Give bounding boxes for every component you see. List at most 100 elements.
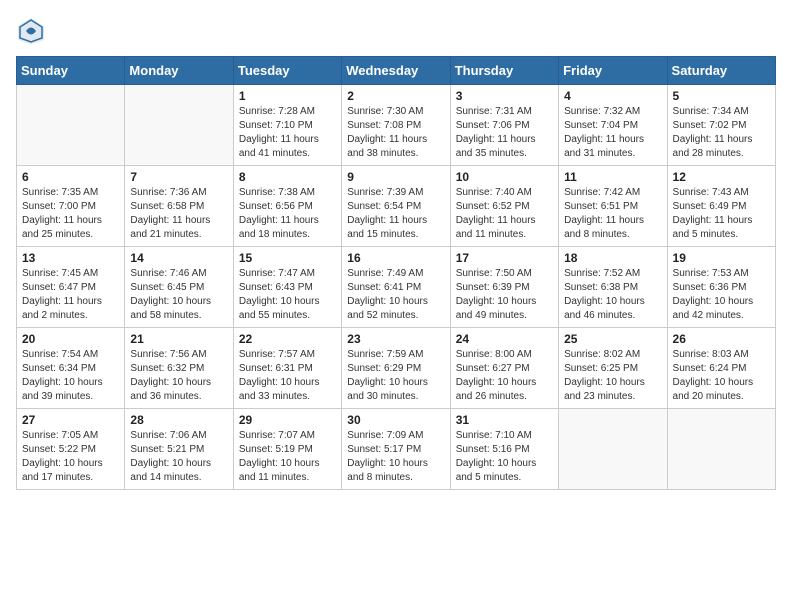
calendar-cell: 29Sunrise: 7:07 AM Sunset: 5:19 PM Dayli…	[233, 409, 341, 490]
cell-info: Sunrise: 7:52 AM Sunset: 6:38 PM Dayligh…	[564, 267, 661, 323]
cell-info: Sunrise: 7:46 AM Sunset: 6:45 PM Dayligh…	[130, 267, 227, 323]
calendar-cell: 16Sunrise: 7:49 AM Sunset: 6:41 PM Dayli…	[342, 247, 450, 328]
cell-info: Sunrise: 7:32 AM Sunset: 7:04 PM Dayligh…	[564, 105, 661, 161]
day-number: 7	[130, 170, 227, 184]
day-number: 5	[673, 89, 770, 103]
calendar-week-row: 20 Sunrise: 7:54 AM Sunset: 6:34 PM Dayli…	[17, 328, 776, 409]
day-number: 28	[130, 413, 227, 427]
calendar-cell: 5 Sunrise: 7:34 AM Sunset: 7:02 PM Daylig…	[667, 85, 775, 166]
day-number: 8	[239, 170, 336, 184]
col-header-tuesday: Tuesday	[233, 57, 341, 85]
cell-info: Sunrise: 7:45 AM Sunset: 6:47 PM Dayligh…	[22, 267, 119, 323]
calendar-cell: 2Sunrise: 7:30 AM Sunset: 7:08 PM Daylig…	[342, 85, 450, 166]
calendar-cell: 19 Sunrise: 7:53 AM Sunset: 6:36 PM Dayli…	[667, 247, 775, 328]
cell-info: Sunrise: 8:03 AM Sunset: 6:24 PM Dayligh…	[673, 348, 770, 404]
cell-info: Sunrise: 7:43 AM Sunset: 6:49 PM Dayligh…	[673, 186, 770, 242]
cell-info: Sunrise: 7:28 AM Sunset: 7:10 PM Dayligh…	[239, 105, 336, 161]
calendar-week-row: 1 Sunrise: 7:28 AM Sunset: 7:10 PM Daylig…	[17, 85, 776, 166]
cell-info: Sunrise: 8:02 AM Sunset: 6:25 PM Dayligh…	[564, 348, 661, 404]
day-number: 9	[347, 170, 444, 184]
cell-info: Sunrise: 7:38 AM Sunset: 6:56 PM Dayligh…	[239, 186, 336, 242]
day-number: 27	[22, 413, 119, 427]
day-number: 22	[239, 332, 336, 346]
day-number: 24	[456, 332, 553, 346]
day-number: 31	[456, 413, 553, 427]
calendar-cell: 23 Sunrise: 7:59 AM Sunset: 6:29 PM Dayli…	[342, 328, 450, 409]
calendar-cell: 24 Sunrise: 8:00 AM Sunset: 6:27 PM Dayli…	[450, 328, 558, 409]
calendar-week-row: 6 Sunrise: 7:35 AM Sunset: 7:00 PM Daylig…	[17, 166, 776, 247]
calendar-cell: 9 Sunrise: 7:39 AM Sunset: 6:54 PM Daylig…	[342, 166, 450, 247]
calendar-cell: 14Sunrise: 7:46 AM Sunset: 6:45 PM Dayli…	[125, 247, 233, 328]
day-number: 25	[564, 332, 661, 346]
cell-info: Sunrise: 7:10 AM Sunset: 5:16 PM Dayligh…	[456, 429, 553, 485]
calendar-cell: 6 Sunrise: 7:35 AM Sunset: 7:00 PM Daylig…	[17, 166, 125, 247]
cell-info: Sunrise: 7:59 AM Sunset: 6:29 PM Dayligh…	[347, 348, 444, 404]
calendar-week-row: 27 Sunrise: 7:05 AM Sunset: 5:22 PM Dayli…	[17, 409, 776, 490]
calendar-cell: 10 Sunrise: 7:40 AM Sunset: 6:52 PM Dayli…	[450, 166, 558, 247]
calendar-cell: 4Sunrise: 7:32 AM Sunset: 7:04 PM Daylig…	[559, 85, 667, 166]
day-number: 10	[456, 170, 553, 184]
calendar-week-row: 13 Sunrise: 7:45 AM Sunset: 6:47 PM Dayli…	[17, 247, 776, 328]
col-header-sunday: Sunday	[17, 57, 125, 85]
cell-info: Sunrise: 7:06 AM Sunset: 5:21 PM Dayligh…	[130, 429, 227, 485]
day-number: 11	[564, 170, 661, 184]
calendar-cell: 25 Sunrise: 8:02 AM Sunset: 6:25 PM Dayli…	[559, 328, 667, 409]
day-number: 12	[673, 170, 770, 184]
col-header-thursday: Thursday	[450, 57, 558, 85]
calendar-cell: 17 Sunrise: 7:50 AM Sunset: 6:39 PM Dayli…	[450, 247, 558, 328]
calendar-cell	[667, 409, 775, 490]
cell-info: Sunrise: 7:35 AM Sunset: 7:00 PM Dayligh…	[22, 186, 119, 242]
day-number: 13	[22, 251, 119, 265]
calendar-header-row: SundayMondayTuesdayWednesdayThursdayFrid…	[17, 57, 776, 85]
logo	[16, 16, 50, 46]
calendar-cell: 11 Sunrise: 7:42 AM Sunset: 6:51 PM Dayli…	[559, 166, 667, 247]
day-number: 18	[564, 251, 661, 265]
day-number: 3	[456, 89, 553, 103]
cell-info: Sunrise: 7:50 AM Sunset: 6:39 PM Dayligh…	[456, 267, 553, 323]
calendar-cell: 15 Sunrise: 7:47 AM Sunset: 6:43 PM Dayli…	[233, 247, 341, 328]
logo-icon	[16, 16, 46, 46]
calendar-table: SundayMondayTuesdayWednesdayThursdayFrid…	[16, 56, 776, 490]
day-number: 23	[347, 332, 444, 346]
cell-info: Sunrise: 7:34 AM Sunset: 7:02 PM Dayligh…	[673, 105, 770, 161]
cell-info: Sunrise: 7:39 AM Sunset: 6:54 PM Dayligh…	[347, 186, 444, 242]
calendar-cell: 8 Sunrise: 7:38 AM Sunset: 6:56 PM Daylig…	[233, 166, 341, 247]
col-header-friday: Friday	[559, 57, 667, 85]
day-number: 1	[239, 89, 336, 103]
day-number: 6	[22, 170, 119, 184]
calendar-cell: 31 Sunrise: 7:10 AM Sunset: 5:16 PM Dayli…	[450, 409, 558, 490]
calendar-cell: 22 Sunrise: 7:57 AM Sunset: 6:31 PM Dayli…	[233, 328, 341, 409]
day-number: 30	[347, 413, 444, 427]
calendar-cell	[559, 409, 667, 490]
calendar-cell: 1 Sunrise: 7:28 AM Sunset: 7:10 PM Daylig…	[233, 85, 341, 166]
calendar-cell: 27 Sunrise: 7:05 AM Sunset: 5:22 PM Dayli…	[17, 409, 125, 490]
calendar-cell: 30 Sunrise: 7:09 AM Sunset: 5:17 PM Dayli…	[342, 409, 450, 490]
day-number: 19	[673, 251, 770, 265]
cell-info: Sunrise: 7:56 AM Sunset: 6:32 PM Dayligh…	[130, 348, 227, 404]
day-number: 15	[239, 251, 336, 265]
calendar-cell	[125, 85, 233, 166]
col-header-wednesday: Wednesday	[342, 57, 450, 85]
cell-info: Sunrise: 7:47 AM Sunset: 6:43 PM Dayligh…	[239, 267, 336, 323]
cell-info: Sunrise: 7:40 AM Sunset: 6:52 PM Dayligh…	[456, 186, 553, 242]
day-number: 17	[456, 251, 553, 265]
calendar-cell: 7 Sunrise: 7:36 AM Sunset: 6:58 PM Daylig…	[125, 166, 233, 247]
cell-info: Sunrise: 7:36 AM Sunset: 6:58 PM Dayligh…	[130, 186, 227, 242]
calendar-cell: 12 Sunrise: 7:43 AM Sunset: 6:49 PM Dayli…	[667, 166, 775, 247]
calendar-cell	[17, 85, 125, 166]
cell-info: Sunrise: 7:05 AM Sunset: 5:22 PM Dayligh…	[22, 429, 119, 485]
day-number: 2	[347, 89, 444, 103]
cell-info: Sunrise: 7:54 AM Sunset: 6:34 PM Dayligh…	[22, 348, 119, 404]
cell-info: Sunrise: 8:00 AM Sunset: 6:27 PM Dayligh…	[456, 348, 553, 404]
day-number: 16	[347, 251, 444, 265]
cell-info: Sunrise: 7:42 AM Sunset: 6:51 PM Dayligh…	[564, 186, 661, 242]
cell-info: Sunrise: 7:09 AM Sunset: 5:17 PM Dayligh…	[347, 429, 444, 485]
col-header-monday: Monday	[125, 57, 233, 85]
calendar-cell: 20 Sunrise: 7:54 AM Sunset: 6:34 PM Dayli…	[17, 328, 125, 409]
cell-info: Sunrise: 7:57 AM Sunset: 6:31 PM Dayligh…	[239, 348, 336, 404]
calendar-cell: 21 Sunrise: 7:56 AM Sunset: 6:32 PM Dayli…	[125, 328, 233, 409]
cell-info: Sunrise: 7:53 AM Sunset: 6:36 PM Dayligh…	[673, 267, 770, 323]
day-number: 20	[22, 332, 119, 346]
calendar-cell: 26Sunrise: 8:03 AM Sunset: 6:24 PM Dayli…	[667, 328, 775, 409]
day-number: 21	[130, 332, 227, 346]
